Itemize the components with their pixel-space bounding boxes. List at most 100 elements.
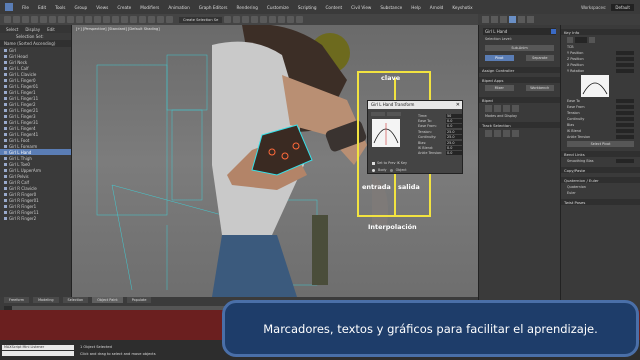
render-frame-icon[interactable] xyxy=(287,16,295,23)
biped-header[interactable]: Biped xyxy=(479,97,560,103)
visibility-icon[interactable] xyxy=(4,144,7,148)
visibility-icon[interactable] xyxy=(4,78,7,82)
curve-editor-icon[interactable] xyxy=(251,16,259,23)
workspace-dropdown[interactable]: Default xyxy=(611,3,634,11)
close-icon[interactable]: ✕ xyxy=(456,101,460,109)
utilities-tab-icon[interactable] xyxy=(527,16,534,23)
select-by-name-icon[interactable] xyxy=(58,16,65,23)
layer-icon[interactable] xyxy=(242,16,250,23)
tab-select[interactable]: Select xyxy=(6,27,18,32)
y-position-field[interactable] xyxy=(616,51,634,55)
symmetrical-icon[interactable] xyxy=(512,130,519,137)
bend-links-header[interactable]: Bend Links xyxy=(561,151,640,157)
column-header[interactable]: Name (Sorted Ascending) xyxy=(0,40,71,47)
angle-snap-icon[interactable] xyxy=(148,16,155,23)
visibility-icon[interactable] xyxy=(4,48,7,52)
quaternion-euler-header[interactable]: Quaternion / Euler xyxy=(561,177,640,183)
visibility-icon[interactable] xyxy=(4,168,7,172)
separate-button[interactable]: Separate xyxy=(525,55,554,61)
assign-controller-header[interactable]: Assign Controller xyxy=(479,67,560,73)
visibility-icon[interactable] xyxy=(4,210,7,214)
continuity-field[interactable] xyxy=(616,117,634,121)
footstep-mode-icon[interactable] xyxy=(494,105,501,112)
visibility-icon[interactable] xyxy=(4,108,7,112)
menu-item[interactable]: Modifiers xyxy=(140,5,159,10)
sub-anim-button[interactable]: Sub-Anim xyxy=(485,45,554,51)
name-column-header[interactable]: Name (Sorted Ascending) xyxy=(4,41,55,46)
body-vertical-icon[interactable] xyxy=(494,130,501,137)
object-name-field[interactable]: Girl L Hand xyxy=(483,29,507,34)
visibility-icon[interactable] xyxy=(4,84,7,88)
key-field-value[interactable]: 25.0 xyxy=(446,140,462,145)
maxscript-listener-output[interactable] xyxy=(2,351,74,356)
quaternion-radio[interactable]: Quaternion xyxy=(567,185,586,189)
menu-item[interactable]: Help xyxy=(411,5,421,10)
body-horizontal-icon[interactable] xyxy=(485,130,492,137)
ribbon-tab[interactable]: Selection xyxy=(62,297,89,303)
window-crossing-icon[interactable] xyxy=(76,16,83,23)
next-key-button[interactable] xyxy=(387,112,401,116)
ribbon-tab[interactable]: Freeform xyxy=(4,297,30,303)
reference-coord-icon[interactable] xyxy=(121,16,128,23)
scale-icon[interactable] xyxy=(103,16,110,23)
object-radio[interactable] xyxy=(389,168,393,172)
motion-flow-icon[interactable] xyxy=(503,105,510,112)
menu-item[interactable]: Civil View xyxy=(351,5,371,10)
menu-item[interactable]: Arnold xyxy=(430,5,444,10)
unlink-icon[interactable] xyxy=(31,16,38,23)
visibility-icon[interactable] xyxy=(4,96,7,100)
ribbon-tab[interactable]: Object Paint xyxy=(92,297,123,303)
move-icon[interactable] xyxy=(85,16,92,23)
y-rotation-field[interactable] xyxy=(616,69,634,73)
menu-item[interactable]: Keyshotix xyxy=(452,5,472,10)
visibility-icon[interactable] xyxy=(4,54,7,58)
ik-blend-field[interactable] xyxy=(616,129,634,133)
tab-edit[interactable]: Edit xyxy=(47,27,55,32)
snap-icon[interactable] xyxy=(139,16,146,23)
menu-item[interactable]: Views xyxy=(96,5,108,10)
menu-item[interactable]: Rendering xyxy=(237,5,258,10)
key-field-value[interactable]: 0.0 xyxy=(446,119,462,124)
menu-item[interactable]: Group xyxy=(74,5,87,10)
ease-to-field[interactable] xyxy=(616,99,634,103)
prev-ik-checkbox[interactable] xyxy=(372,161,375,165)
menu-item[interactable]: Tools xyxy=(55,5,65,10)
align-icon[interactable] xyxy=(233,16,241,23)
visibility-icon[interactable] xyxy=(4,132,7,136)
menu-item[interactable]: File xyxy=(22,5,29,10)
visibility-icon[interactable] xyxy=(4,180,7,184)
visibility-icon[interactable] xyxy=(4,102,7,106)
menu-item[interactable]: Customize xyxy=(267,5,289,10)
visibility-icon[interactable] xyxy=(4,120,7,124)
ribbon-tab[interactable]: Modeling xyxy=(33,297,59,303)
next-key-icon[interactable] xyxy=(589,37,595,43)
scene-tree-row[interactable]: Girl R Finger2 xyxy=(0,215,71,221)
key-field-value[interactable]: 0.0 xyxy=(446,124,462,129)
modify-tab-icon[interactable] xyxy=(491,16,498,23)
tension-field[interactable] xyxy=(616,111,634,115)
prev-key-button[interactable] xyxy=(371,112,385,116)
object-color-swatch[interactable] xyxy=(551,29,556,34)
key-number-field[interactable] xyxy=(575,37,587,43)
region-select-icon[interactable] xyxy=(67,16,74,23)
undo-icon[interactable] xyxy=(4,16,11,23)
visibility-icon[interactable] xyxy=(4,192,7,196)
body-rotation-icon[interactable] xyxy=(503,130,510,137)
material-editor-icon[interactable] xyxy=(269,16,277,23)
rotate-icon[interactable] xyxy=(94,16,101,23)
ribbon-tab[interactable]: Populate xyxy=(126,297,152,303)
hierarchy-tab-icon[interactable] xyxy=(500,16,507,23)
visibility-icon[interactable] xyxy=(4,156,7,160)
euler-radio[interactable]: Euler xyxy=(567,191,576,195)
visibility-icon[interactable] xyxy=(4,90,7,94)
prev-key-icon[interactable] xyxy=(567,37,573,43)
modes-display-label[interactable]: Modes and Display xyxy=(485,114,517,118)
bias-field[interactable] xyxy=(616,123,634,127)
maxscript-listener-input[interactable]: MAXScript Mini Listener xyxy=(2,345,74,350)
visibility-icon[interactable] xyxy=(4,186,7,190)
tab-display[interactable]: Display xyxy=(25,27,40,32)
visibility-icon[interactable] xyxy=(4,60,7,64)
visibility-icon[interactable] xyxy=(4,150,7,154)
visibility-icon[interactable] xyxy=(4,216,7,220)
key-field-value[interactable]: 25.0 xyxy=(446,135,462,140)
